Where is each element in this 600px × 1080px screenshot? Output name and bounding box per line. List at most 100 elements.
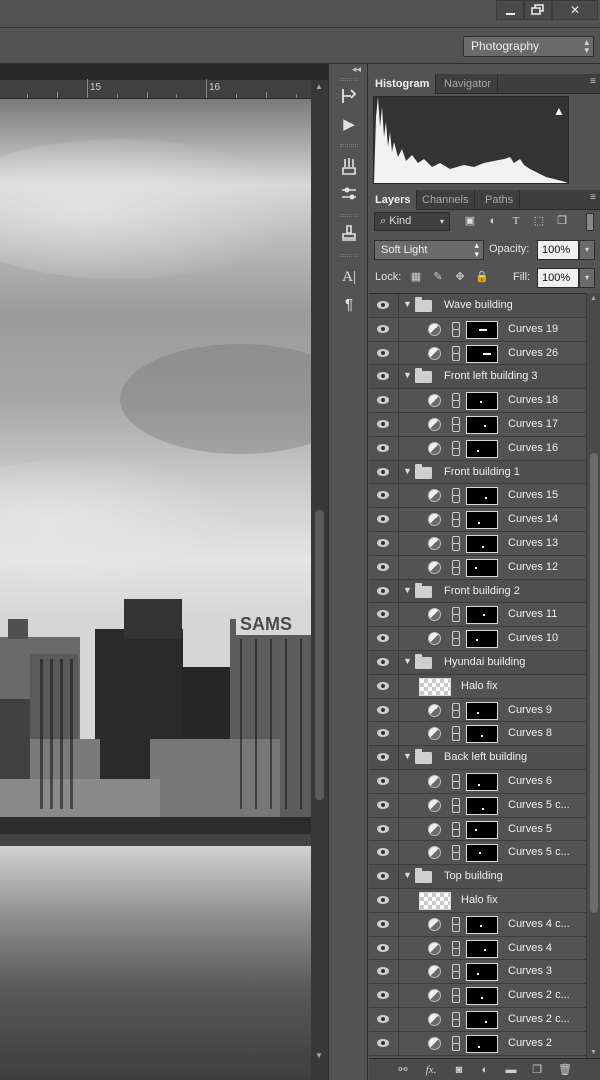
visibility-eye-icon[interactable] [376, 609, 390, 619]
curves-adjustment-icon[interactable] [428, 608, 441, 622]
curves-adjustment-icon[interactable] [428, 917, 441, 931]
curves-adjustment-icon[interactable] [428, 560, 441, 574]
lock-image-brush-icon[interactable]: ✎ [431, 270, 445, 284]
canvas-photo[interactable]: SAMS [0, 99, 311, 1080]
group-expand-caret-icon[interactable]: ▼ [403, 751, 412, 761]
warning-icon[interactable]: ▲ [552, 104, 566, 118]
new-layer-icon[interactable]: ❐ [529, 1062, 545, 1078]
visibility-eye-icon[interactable] [376, 776, 390, 786]
visibility-eye-icon[interactable] [376, 633, 390, 643]
mask-icon[interactable]: ◙ [451, 1062, 467, 1078]
filter-type-icon[interactable]: T [508, 213, 524, 229]
lock-transparent-icon[interactable]: ▦ [409, 270, 423, 284]
filter-toggle[interactable] [586, 213, 594, 231]
visibility-eye-icon[interactable] [376, 966, 390, 976]
layer-row[interactable]: Curves 4 [369, 936, 586, 961]
mask-link-icon[interactable] [451, 440, 460, 456]
curves-adjustment-icon[interactable] [428, 703, 441, 717]
workspace-select[interactable]: Photography ▴ ▾ [463, 36, 594, 57]
visibility-eye-icon[interactable] [376, 824, 390, 834]
layer-mask-thumbnail[interactable] [466, 701, 498, 720]
curves-adjustment-icon[interactable] [428, 346, 441, 360]
curves-adjustment-icon[interactable] [428, 1012, 441, 1026]
curves-adjustment-icon[interactable] [428, 941, 441, 955]
mask-link-icon[interactable] [451, 773, 460, 789]
group-expand-caret-icon[interactable]: ▼ [403, 656, 412, 666]
scroll-up-icon[interactable]: ▲ [315, 82, 323, 91]
layer-mask-thumbnail[interactable] [466, 487, 498, 506]
curves-adjustment-icon[interactable] [428, 965, 441, 979]
curves-adjustment-icon[interactable] [428, 489, 441, 503]
filter-kind-select[interactable]: ⌕ Kind ▾ [374, 212, 450, 231]
tab-histogram[interactable]: Histogram [369, 74, 437, 94]
visibility-eye-icon[interactable] [376, 705, 390, 715]
curves-adjustment-icon[interactable] [428, 822, 441, 836]
visibility-eye-icon[interactable] [376, 538, 390, 548]
adjustment-icon[interactable]: ◐ [477, 1062, 493, 1078]
layer-mask-thumbnail[interactable] [466, 415, 498, 434]
layer-row[interactable]: Curves 16 [369, 436, 586, 461]
visibility-eye-icon[interactable] [376, 919, 390, 929]
layer-row[interactable]: Halo fix [369, 888, 586, 913]
layer-row[interactable]: Curves 10 [369, 627, 586, 651]
layer-mask-thumbnail[interactable] [466, 772, 498, 791]
visibility-eye-icon[interactable] [376, 324, 390, 334]
layers-list[interactable]: ▼ Wave building Curves 19 Curves 26 ▼ Front l… [369, 293, 586, 1058]
character-icon[interactable]: A| [338, 266, 360, 288]
layer-row[interactable]: Curves 5 c... [369, 841, 586, 866]
layer-mask-thumbnail[interactable] [466, 844, 498, 863]
mask-link-icon[interactable] [451, 725, 460, 742]
group-expand-caret-icon[interactable]: ▼ [403, 370, 412, 380]
layer-mask-thumbnail[interactable] [466, 796, 498, 815]
visibility-eye-icon[interactable] [376, 895, 390, 905]
layer-row[interactable]: Curves 2 c... [369, 1007, 586, 1032]
actions-play-icon[interactable]: ▶ [338, 114, 360, 136]
curves-adjustment-icon[interactable] [428, 536, 441, 550]
visibility-eye-icon[interactable] [376, 800, 390, 810]
mask-link-icon[interactable] [451, 963, 460, 980]
visibility-eye-icon[interactable] [376, 371, 390, 381]
layer-mask-thumbnail[interactable] [466, 1010, 498, 1029]
layer-row[interactable]: Curves 12 [369, 555, 586, 580]
layer-mask-thumbnail[interactable] [466, 534, 498, 553]
brush-presets-icon[interactable] [338, 156, 360, 178]
clone-source-icon[interactable] [338, 224, 360, 246]
visibility-eye-icon[interactable] [376, 443, 390, 453]
curves-adjustment-icon[interactable] [428, 989, 441, 1003]
fill-dropdown-button[interactable]: ▾ [579, 268, 595, 288]
brush-settings-icon[interactable] [338, 184, 360, 206]
restore-button[interactable] [524, 0, 552, 20]
scroll-thumb[interactable] [315, 510, 324, 800]
curves-adjustment-icon[interactable] [428, 394, 441, 408]
curves-adjustment-icon[interactable] [428, 798, 441, 812]
filter-pixel-icon[interactable]: ▣ [462, 213, 478, 229]
horizontal-ruler[interactable]: 15 16 [0, 79, 311, 99]
layer-row[interactable]: Curves 13 [369, 531, 586, 556]
layer-row[interactable]: Curves 5 c... [369, 793, 586, 818]
curves-adjustment-icon[interactable] [428, 774, 441, 788]
layer-mask-thumbnail[interactable] [466, 630, 498, 649]
group-expand-caret-icon[interactable]: ▼ [403, 466, 412, 476]
mask-link-icon[interactable] [451, 821, 460, 837]
visibility-eye-icon[interactable] [376, 752, 390, 762]
curves-adjustment-icon[interactable] [428, 417, 441, 431]
layer-row[interactable]: Curves 19 [369, 317, 586, 342]
panel-menu-icon[interactable]: ≡ [590, 76, 596, 87]
layer-mask-thumbnail[interactable] [466, 558, 498, 577]
link-icon[interactable]: ⚯ [395, 1062, 411, 1078]
mask-link-icon[interactable] [451, 511, 460, 528]
layers-panel-menu-icon[interactable]: ≡ [590, 192, 596, 203]
visibility-eye-icon[interactable] [376, 728, 390, 738]
tab-layers[interactable]: Layers [369, 190, 418, 210]
mask-link-icon[interactable] [451, 559, 460, 575]
mask-link-icon[interactable] [451, 321, 460, 337]
visibility-eye-icon[interactable] [376, 348, 390, 358]
layer-group-row[interactable]: ▼ Wave building [369, 294, 586, 318]
mask-link-icon[interactable] [451, 916, 460, 932]
mask-link-icon[interactable] [451, 1011, 460, 1027]
curves-adjustment-icon[interactable] [428, 322, 441, 336]
layer-mask-thumbnail[interactable] [466, 939, 498, 958]
layer-mask-thumbnail[interactable] [466, 511, 498, 530]
layer-row[interactable]: Curves 26 [369, 341, 586, 366]
curves-adjustment-icon[interactable] [428, 1036, 441, 1050]
